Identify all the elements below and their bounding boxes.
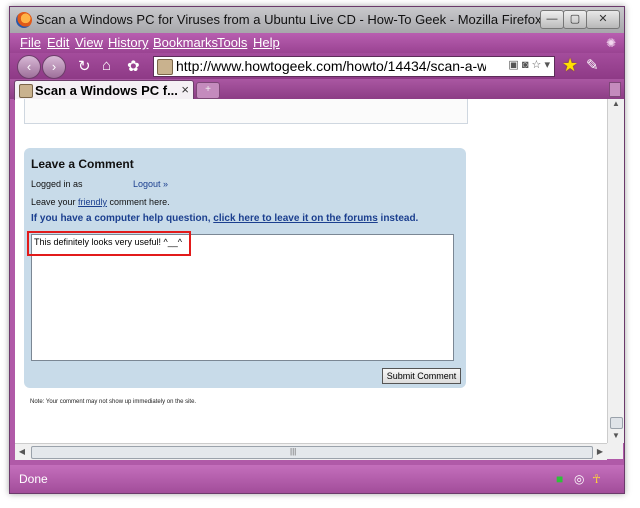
menu-view[interactable]: View bbox=[75, 35, 103, 50]
forums-link[interactable]: click here to leave it on the forums bbox=[213, 213, 378, 224]
new-tab-button[interactable]: + bbox=[196, 82, 220, 99]
tab-bar: Scan a Windows PC f... × + bbox=[10, 79, 624, 100]
vertical-scroll-thumb[interactable] bbox=[610, 417, 623, 429]
vertical-scrollbar[interactable]: ▲ ▼ bbox=[607, 99, 624, 443]
friendly-link[interactable]: friendly bbox=[78, 197, 107, 207]
browser-window: Scan a Windows PC for Viruses from a Ubu… bbox=[9, 6, 625, 494]
tab-list-button[interactable] bbox=[609, 82, 621, 97]
person-icon[interactable]: ☥ bbox=[592, 472, 601, 486]
help-suffix: instead. bbox=[377, 213, 419, 224]
previous-section bbox=[24, 99, 468, 124]
firefox-icon bbox=[16, 12, 32, 28]
menu-file[interactable]: File bbox=[20, 35, 41, 50]
tab-active[interactable]: Scan a Windows PC f... × bbox=[14, 80, 194, 100]
horizontal-scroll-thumb[interactable] bbox=[31, 446, 593, 459]
tab-close-icon[interactable]: × bbox=[181, 82, 189, 97]
addon-icon[interactable]: ✿ bbox=[127, 57, 140, 75]
menu-tools[interactable]: Tools bbox=[217, 35, 247, 50]
scroll-down-icon[interactable]: ▼ bbox=[608, 429, 624, 443]
site-favicon bbox=[157, 59, 173, 75]
menu-history[interactable]: History bbox=[108, 35, 148, 50]
menu-bookmarks[interactable]: Bookmarks bbox=[153, 35, 218, 50]
comment-note: Note: Your comment may not show up immed… bbox=[30, 399, 197, 405]
leave-comment-line: Leave your friendly comment here. bbox=[31, 197, 170, 207]
tab-label: Scan a Windows PC f... bbox=[35, 83, 178, 98]
window-title: Scan a Windows PC for Viruses from a Ubu… bbox=[36, 12, 542, 27]
scroll-left-icon[interactable]: ◀ bbox=[15, 444, 29, 460]
reload-icon[interactable]: ↻ bbox=[78, 57, 91, 75]
horizontal-scrollbar[interactable]: ◀ ||| ▶ bbox=[15, 443, 607, 460]
scroll-up-icon[interactable]: ▲ bbox=[608, 99, 624, 113]
rss-icon[interactable]: ▣ ◙ ☆ ▾ bbox=[508, 58, 550, 71]
scroll-corner bbox=[607, 443, 623, 459]
scroll-grip-icon: ||| bbox=[290, 447, 297, 456]
submit-comment-button[interactable]: Submit Comment bbox=[382, 368, 461, 384]
leave-prefix: Leave your bbox=[31, 197, 79, 207]
status-bar: Done ■ ◎ ☥ bbox=[10, 465, 624, 493]
forward-button[interactable]: › bbox=[42, 55, 66, 79]
back-button[interactable]: ‹ bbox=[17, 55, 41, 79]
logout-link[interactable]: Logout » bbox=[133, 179, 168, 189]
comment-panel: Leave a Comment Logged in as Logout » Le… bbox=[24, 148, 466, 388]
menu-edit[interactable]: Edit bbox=[47, 35, 69, 50]
logged-in-label: Logged in as bbox=[31, 179, 83, 189]
star-icon[interactable]: ★ bbox=[562, 55, 578, 76]
throbber-icon: ✺ bbox=[605, 36, 616, 50]
help-prefix: If you have a computer help question, bbox=[31, 213, 214, 224]
page-content: Leave a Comment Logged in as Logout » Le… bbox=[15, 99, 607, 443]
tab-favicon bbox=[19, 84, 33, 98]
addon-status-icon[interactable]: ◎ bbox=[574, 472, 584, 486]
highlight-box bbox=[27, 231, 191, 256]
scroll-right-icon[interactable]: ▶ bbox=[593, 444, 607, 460]
home-icon[interactable]: ⌂ bbox=[102, 57, 111, 74]
minimize-button[interactable]: — bbox=[540, 10, 564, 29]
title-bar: Scan a Windows PC for Viruses from a Ubu… bbox=[10, 7, 624, 33]
menu-help[interactable]: Help bbox=[253, 35, 280, 50]
url-bar[interactable]: http://www.howtogeek.com/howto/14434/sca… bbox=[153, 56, 555, 77]
green-cube-icon[interactable]: ■ bbox=[556, 472, 563, 486]
extension-icon[interactable]: ✎ bbox=[586, 56, 599, 74]
menu-bar: File Edit View History Bookmarks Tools H… bbox=[10, 33, 624, 53]
leave-suffix: comment here. bbox=[107, 197, 170, 207]
maximize-button[interactable]: ▢ bbox=[563, 10, 587, 29]
navigation-toolbar: ‹ › ↻ ⌂ ✿ http://www.howtogeek.com/howto… bbox=[10, 53, 624, 79]
comment-heading: Leave a Comment bbox=[31, 157, 134, 171]
status-text: Done bbox=[19, 472, 48, 486]
close-button[interactable]: ✕ bbox=[586, 10, 620, 29]
help-question-line: If you have a computer help question, cl… bbox=[31, 213, 418, 224]
url-input[interactable]: http://www.howtogeek.com/howto/14434/sca… bbox=[176, 58, 486, 74]
